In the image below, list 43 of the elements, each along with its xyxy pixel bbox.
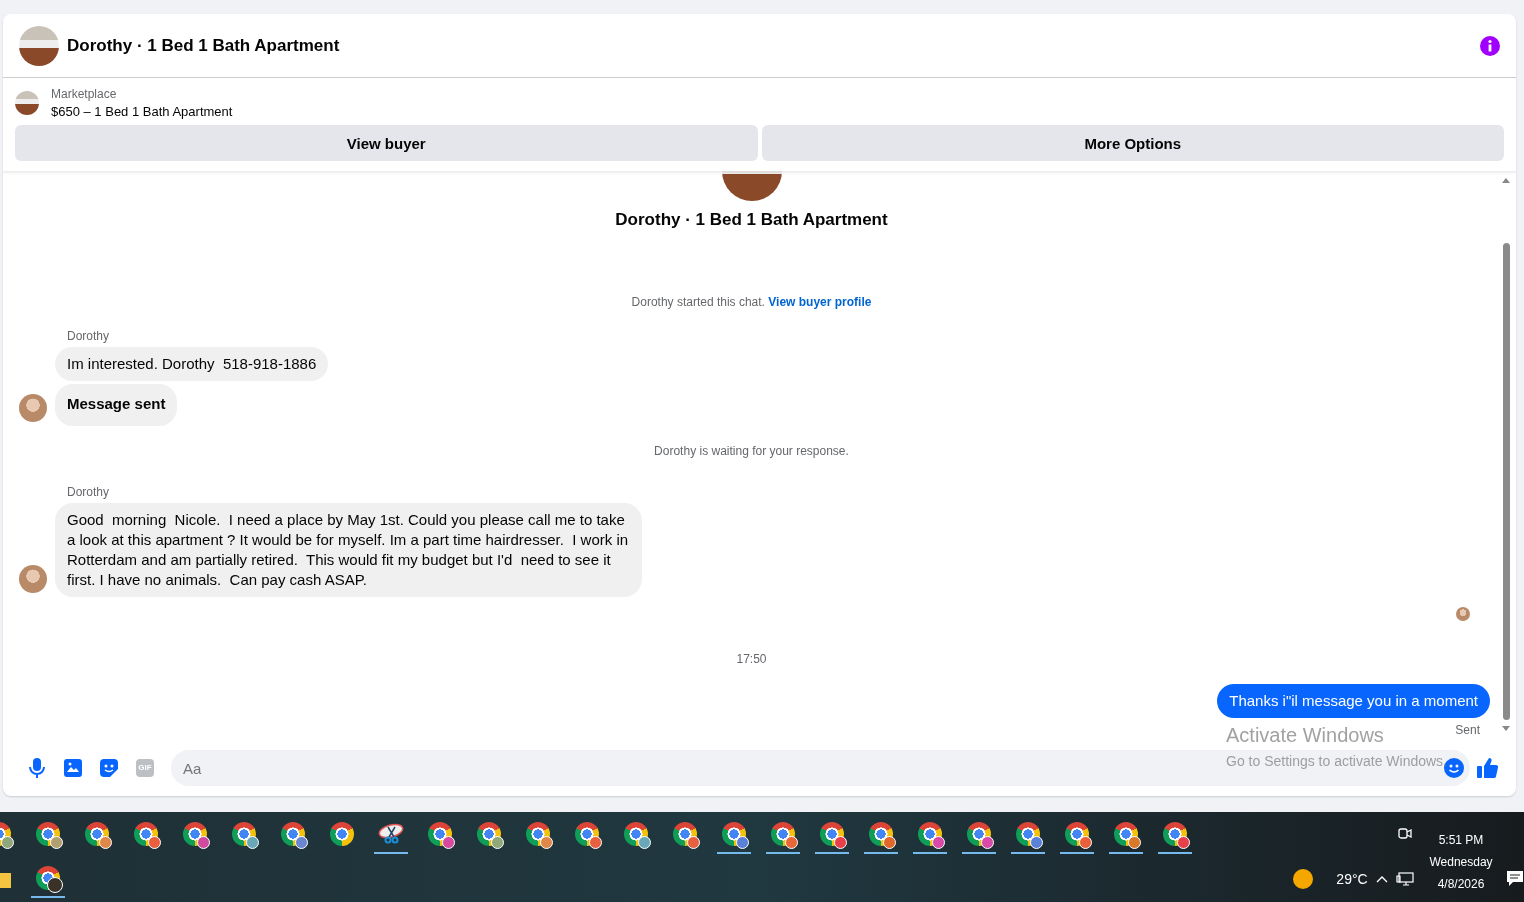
notification-icon[interactable] bbox=[1507, 871, 1523, 887]
activation-notice-title: Activate Windows bbox=[1226, 723, 1385, 748]
sender-name: Dorothy bbox=[67, 329, 111, 343]
image-icon[interactable] bbox=[64, 759, 82, 777]
message-bubble: Message sent bbox=[55, 384, 178, 426]
microphone-icon[interactable] bbox=[29, 758, 45, 778]
temperature[interactable]: 29°C bbox=[1336, 871, 1368, 887]
emoji-icon[interactable] bbox=[1444, 758, 1464, 778]
info-icon[interactable] bbox=[1480, 35, 1500, 56]
system-message: Dorothy started this chat. View buyer profile bbox=[630, 295, 873, 309]
scroll-up-icon[interactable] bbox=[1502, 177, 1510, 183]
more-options-button[interactable]: More Options bbox=[761, 125, 1504, 161]
timestamp: 17:50 bbox=[735, 652, 768, 666]
photo-placeholder bbox=[15, 91, 39, 115]
avatar bbox=[19, 394, 47, 422]
network-icon[interactable] bbox=[1396, 872, 1414, 886]
scroll-down-icon[interactable] bbox=[1502, 726, 1510, 732]
message-bubble: Good morning Nicole. I need a place by May 1st. Could you please call me to take a look at this apartment ? It would be for myself. Im a part time hairdresser. I work in Rotterdam and am partially retired. This would fit my budget but I'd need to see it first. I have no animals. Can pay cash ASAP. bbox=[55, 503, 642, 597]
view-profile-link[interactable]: View buyer profile bbox=[768, 295, 872, 309]
clock-button[interactable]: 5:51 PM Wednesday 4/8/2026 bbox=[1429, 832, 1493, 892]
avatar bbox=[1456, 607, 1470, 621]
chevron-up-icon[interactable] bbox=[1376, 875, 1388, 883]
camera-icon[interactable] bbox=[1398, 826, 1412, 842]
system-message: Dorothy is waiting for your response. bbox=[653, 444, 850, 458]
photo-placeholder bbox=[19, 25, 59, 66]
scrollbar-thumb[interactable] bbox=[1502, 243, 1510, 720]
profile-photo-badge bbox=[47, 877, 63, 893]
listing-source: Marketplace bbox=[51, 87, 118, 101]
message-bubble: Im interested. Dorothy 518-918-1886 bbox=[55, 347, 329, 381]
chat-title: Dorothy · 1 Bed 1 Bath Apartment bbox=[615, 210, 888, 230]
sticker-icon[interactable] bbox=[100, 759, 118, 777]
sun-icon[interactable] bbox=[1293, 869, 1313, 889]
activation-notice-text: Go to Settings to activate Windows. bbox=[1226, 752, 1447, 771]
conversation-title: Dorothy · 1 Bed 1 Bath Apartment bbox=[67, 35, 341, 56]
thumbs-up-icon[interactable] bbox=[1477, 757, 1499, 779]
browser-icon bbox=[330, 822, 354, 846]
sender-name: Dorothy bbox=[67, 485, 111, 499]
scissors-icon bbox=[378, 823, 404, 845]
delivery-status: Sent bbox=[1455, 723, 1480, 737]
message-bubble: Thanks i"il message you in a moment bbox=[1217, 684, 1490, 718]
listing-summary: $650 – 1 Bed 1 Bath Apartment bbox=[51, 104, 233, 119]
view-buyer-button[interactable]: View buyer bbox=[15, 125, 758, 161]
avatar bbox=[19, 565, 47, 593]
